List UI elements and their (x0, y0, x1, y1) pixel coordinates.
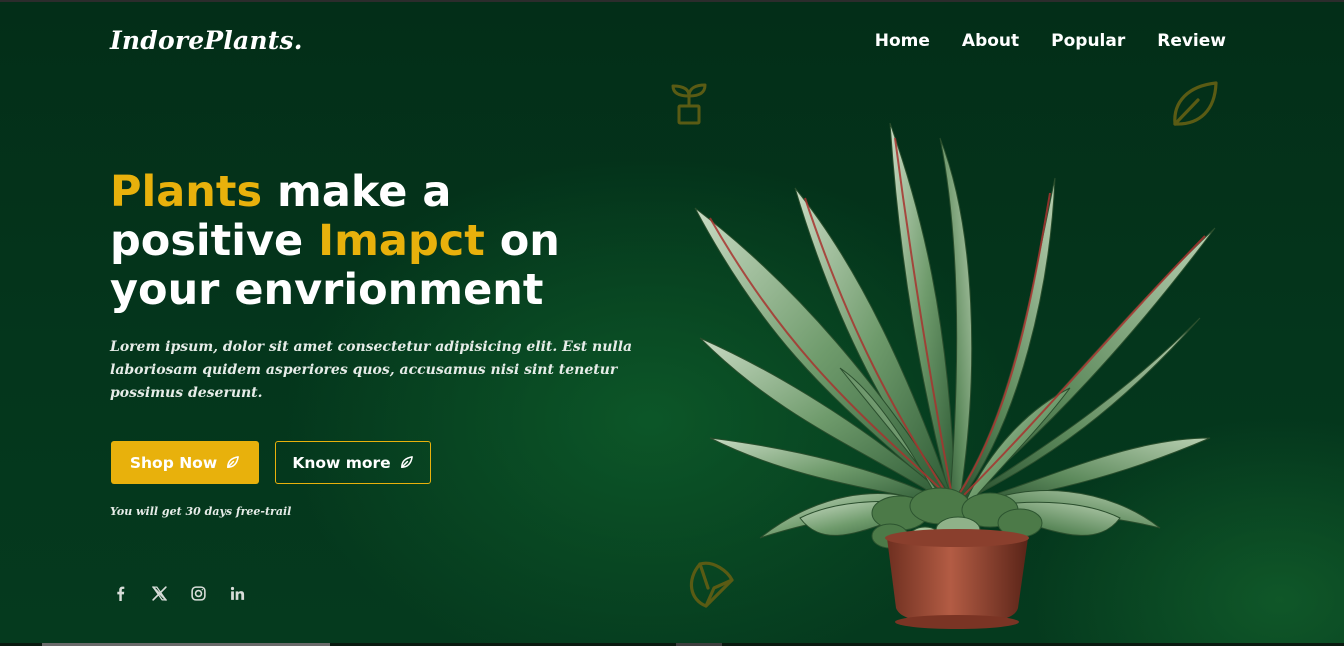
hero-description: Lorem ipsum, dolor sit amet consectetur … (110, 339, 633, 401)
instagram-icon[interactable] (188, 583, 208, 603)
headline-text: your envrionment (110, 265, 544, 315)
headline-accent-plants: Plants (110, 167, 263, 217)
plant-image (694, 122, 1216, 629)
headline-accent-impact: Imapct (318, 216, 485, 266)
nav-popular[interactable]: Popular (1051, 31, 1125, 51)
main-nav: Home About Popular Review (875, 31, 1226, 51)
headline-text: on (484, 216, 560, 266)
headline-text: make a (262, 167, 452, 217)
facebook-icon[interactable] (110, 583, 130, 603)
nav-home[interactable]: Home (875, 31, 930, 51)
shop-now-button[interactable]: Shop Now (111, 441, 259, 484)
nav-about[interactable]: About (962, 31, 1019, 51)
social-links (110, 583, 247, 603)
hero-headline: Plants make a positive Imapct on your en… (110, 168, 670, 315)
leaf-icon (400, 456, 413, 468)
know-more-button[interactable]: Know more (275, 441, 431, 484)
x-twitter-icon[interactable] (149, 583, 169, 603)
headline-text: positive (110, 216, 319, 266)
linkedin-icon[interactable] (227, 583, 247, 603)
window-top-border (0, 0, 1344, 2)
know-more-label: Know more (292, 453, 391, 472)
shop-now-label: Shop Now (129, 453, 218, 472)
leaf-icon (227, 456, 240, 468)
nav-review[interactable]: Review (1157, 31, 1226, 51)
brand-logo[interactable]: IndorePlants. (110, 26, 303, 55)
free-trial-note: You will get 30 days free-trail (110, 505, 292, 518)
